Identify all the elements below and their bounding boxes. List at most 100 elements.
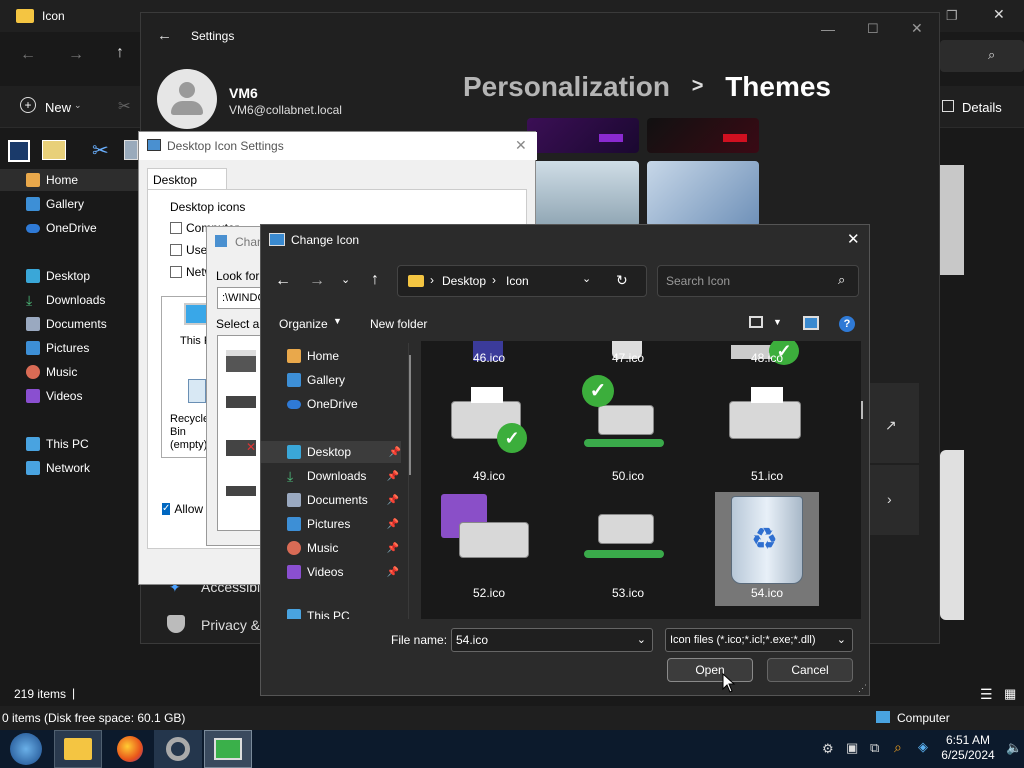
tree-item-home[interactable]: Home (287, 345, 399, 367)
file-type-select[interactable]: Icon files (*.ico;*.icl;*.exe;*.dll) ⌄ (665, 628, 853, 652)
sidebar-item-network[interactable]: Network (26, 457, 138, 479)
pin-icon[interactable]: 📌 (387, 471, 399, 482)
sidebar-item-documents[interactable]: Documents (26, 313, 138, 335)
tree-scrollbar[interactable] (409, 355, 411, 475)
clock[interactable]: 6:51 AM 6/25/2024 (934, 733, 1002, 763)
chevron-down-icon[interactable]: ⌄ (637, 629, 646, 651)
tree-item-documents[interactable]: Documents 📌 (287, 489, 399, 511)
minimize-icon[interactable]: — (821, 21, 835, 37)
copy-icon[interactable] (124, 140, 138, 160)
tray-volume-icon[interactable]: 🔈 (1006, 740, 1022, 756)
file-item-50[interactable]: ✓ 50.ico (576, 375, 680, 489)
address-segment-desktop[interactable]: Desktop (442, 274, 486, 288)
tree-item-videos[interactable]: Videos 📌 (287, 561, 399, 583)
checkbox-checked-icon[interactable]: ✓ (162, 503, 171, 515)
tiles-view-icon[interactable]: ▦ (1004, 686, 1016, 702)
close-icon[interactable]: ✕ (993, 6, 1005, 23)
taskbar-explorer[interactable] (54, 730, 102, 768)
tray-action-icon[interactable]: ⚙ (822, 741, 834, 757)
taskbar-display-settings[interactable] (204, 730, 252, 768)
tree-item-onedrive[interactable]: OneDrive (287, 393, 399, 415)
help-icon[interactable]: ? (839, 316, 855, 332)
back-arrow-icon[interactable]: ← (20, 46, 36, 64)
tab-desktop-icons[interactable]: Desktop Icons (147, 168, 227, 201)
drive-error-icon[interactable]: ✕ (226, 440, 256, 456)
tree-item-this-pc[interactable]: This PC (287, 605, 399, 619)
sidebar-item-gallery[interactable]: Gallery (26, 193, 138, 215)
taskbar-firefox[interactable] (106, 730, 154, 768)
up-arrow-icon[interactable]: ↑ (116, 44, 124, 62)
forward-arrow-icon[interactable]: → (309, 272, 325, 290)
search-box[interactable]: Search Icon ⌕ (657, 265, 859, 297)
file-item-46[interactable]: 46.ico (437, 341, 541, 371)
file-item-53[interactable]: 53.ico (576, 492, 680, 606)
theme-thumb-3[interactable] (527, 161, 639, 227)
sidebar-item-onedrive[interactable]: OneDrive (26, 217, 138, 239)
taskbar-settings[interactable] (154, 730, 202, 768)
checkbox-box[interactable] (170, 266, 182, 278)
sidebar-item-music[interactable]: Music (26, 361, 138, 383)
new-button[interactable]: New (45, 100, 71, 115)
theme-thumb-1[interactable] (527, 118, 639, 153)
organize-button[interactable]: Organize (279, 317, 328, 331)
refresh-icon[interactable]: ↻ (616, 272, 628, 289)
drive-icon[interactable] (226, 350, 256, 372)
pane-icon[interactable] (8, 140, 30, 162)
pin-icon[interactable]: 📌 (387, 543, 399, 554)
file-item-47[interactable]: 47.ico (576, 341, 680, 371)
pin-icon[interactable]: 📌 (387, 519, 399, 530)
file-item-51[interactable]: 51.ico (715, 375, 819, 489)
close-icon[interactable]: ✕ (515, 137, 527, 154)
tree-item-music[interactable]: Music 📌 (287, 537, 399, 559)
pin-icon[interactable]: 📌 (387, 567, 399, 578)
back-arrow-icon[interactable]: ← (157, 27, 172, 44)
file-item-52[interactable]: 52.ico (437, 492, 541, 606)
drive-icon[interactable] (226, 396, 256, 408)
file-item-54-selected[interactable]: ♻ 54.ico (715, 492, 819, 606)
checkbox-box[interactable] (170, 244, 182, 256)
recycle-bin-icon[interactable] (188, 379, 206, 403)
close-icon[interactable]: ✕ (847, 230, 860, 248)
close-icon[interactable]: ✕ (911, 20, 923, 37)
view-options-icon[interactable] (749, 316, 763, 328)
pin-icon[interactable]: 📌 (389, 447, 401, 458)
tree-item-desktop[interactable]: Desktop 📌 (261, 441, 401, 463)
cancel-button[interactable]: Cancel (767, 658, 853, 682)
sidebar-item-home[interactable]: Home (0, 169, 138, 191)
address-segment-icon[interactable]: Icon (506, 274, 529, 288)
tray-search-icon[interactable]: ⌕ (894, 739, 902, 756)
search-input[interactable]: Search Icon (666, 274, 730, 288)
details-view-icon[interactable]: ☰ (980, 686, 993, 703)
theme-thumb-4[interactable] (647, 161, 759, 227)
grid-scrollbar[interactable] (861, 401, 863, 419)
resize-grip-icon[interactable]: ⋰ (858, 683, 867, 694)
tree-item-gallery[interactable]: Gallery (287, 369, 399, 391)
file-item-48[interactable]: ✓ 48.ico (715, 341, 819, 371)
start-button[interactable] (2, 730, 50, 768)
checkbox-box[interactable] (170, 222, 182, 234)
address-bar[interactable]: › Desktop › Icon ⌄ ↻ (397, 265, 647, 297)
sidebar-item-videos[interactable]: Videos (26, 385, 138, 407)
cut-icon[interactable]: ✂ (118, 97, 131, 115)
open-button[interactable]: Open (667, 658, 753, 682)
file-name-input[interactable]: 54.ico ⌄ (451, 628, 653, 652)
external-link-icon[interactable]: ↗ (885, 417, 897, 434)
theme-thumb-2[interactable] (647, 118, 759, 153)
tree-item-pictures[interactable]: Pictures 📌 (287, 513, 399, 535)
recent-chevron-icon[interactable]: ⌄ (341, 273, 350, 286)
view-chevron-icon[interactable]: ▼ (773, 317, 782, 327)
breadcrumb-parent[interactable]: Personalization (463, 71, 670, 102)
pin-icon[interactable]: 📌 (387, 495, 399, 506)
maximize-icon[interactable]: ☐ (867, 21, 879, 37)
up-arrow-icon[interactable]: ↑ (371, 271, 379, 289)
sidebar-item-this-pc[interactable]: This PC (26, 433, 138, 455)
tray-network-icon[interactable]: ◈ (918, 739, 928, 755)
scissors-icon[interactable]: ✂ (92, 138, 109, 163)
sidebar-item-desktop[interactable]: Desktop (26, 265, 138, 287)
chevron-right-icon[interactable]: › (887, 491, 892, 507)
tray-windows-icon[interactable]: ⧉ (870, 740, 879, 756)
explorer-search-box[interactable]: ⌕ (940, 40, 1024, 72)
tree-item-downloads[interactable]: ⤓ Downloads 📌 (287, 465, 399, 487)
forward-arrow-icon[interactable]: → (68, 46, 84, 64)
chevron-down-icon[interactable]: ⌄ (837, 629, 846, 651)
